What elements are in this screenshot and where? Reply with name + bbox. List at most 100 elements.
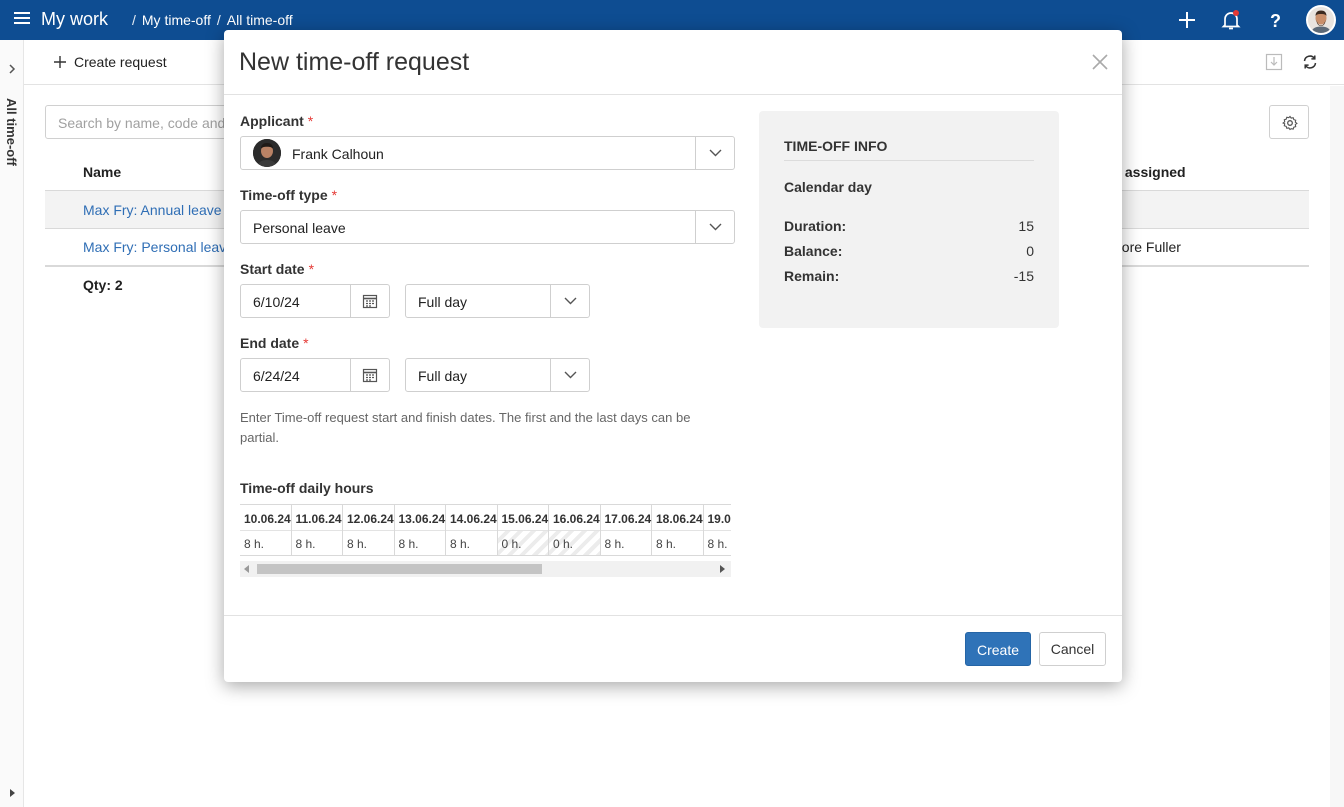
end-day-part-select[interactable]: Full day [405, 358, 590, 392]
timeoff-info-panel: TIME-OFF INFO Calendar day Duration: 15 … [759, 111, 1059, 328]
day-hours[interactable]: 8 h. [446, 531, 497, 555]
breadcrumb-my-time-off[interactable]: My time-off [142, 12, 211, 28]
close-icon[interactable] [1091, 53, 1109, 71]
timeoff-type-label: Time-off type * [240, 187, 337, 203]
info-value: 0 [1026, 243, 1034, 259]
day-column: 19.0 8 h. [703, 505, 732, 555]
breadcrumb-all-time-off[interactable]: All time-off [227, 12, 293, 28]
info-subtitle: Calendar day [784, 179, 872, 195]
day-hours[interactable]: 0 h. [549, 531, 600, 555]
day-hours[interactable]: 8 h. [395, 531, 446, 555]
day-column: 16.06.24 0 h. [549, 505, 601, 555]
day-date: 14.06.24 [446, 505, 497, 531]
table-cell-agent: dore Fuller [1114, 239, 1181, 255]
day-date: 12.06.24 [343, 505, 394, 531]
day-date: 16.06.24 [549, 505, 600, 531]
scroll-left-icon[interactable] [244, 565, 249, 573]
day-column: 12.06.24 8 h. [343, 505, 395, 555]
timeoff-type-select[interactable]: Personal leave [240, 210, 735, 244]
dialog-header-divider [224, 94, 1122, 95]
breadcrumb-separator: / [132, 12, 136, 28]
dialog-title: New time-off request [239, 48, 470, 76]
breadcrumb: / My time-off / All time-off [132, 12, 293, 28]
applicant-avatar [253, 139, 281, 167]
day-hours[interactable]: 8 h. [704, 531, 732, 555]
day-column: 11.06.24 8 h. [291, 505, 343, 555]
end-date-value: 6/24/24 [253, 368, 300, 384]
day-column: 18.06.24 8 h. [652, 505, 704, 555]
rail-arrow-icon[interactable] [5, 786, 19, 800]
end-day-part-dropdown[interactable] [550, 359, 589, 391]
start-day-part-dropdown[interactable] [550, 285, 589, 317]
refresh-icon[interactable] [1301, 53, 1319, 71]
rail-label[interactable]: All time-off [4, 98, 19, 166]
applicant-dropdown[interactable] [695, 137, 734, 169]
day-hours[interactable]: 8 h. [292, 531, 343, 555]
page-scrollbar[interactable] [1330, 86, 1344, 807]
timeoff-type-value: Personal leave [253, 220, 346, 236]
chevron-down-icon [564, 297, 577, 305]
day-column: 10.06.24 8 h. [240, 505, 292, 555]
gear-icon [1282, 115, 1298, 131]
day-column: 17.06.24 8 h. [600, 505, 652, 555]
plus-icon[interactable] [1175, 8, 1199, 32]
table-row-link[interactable]: Max Fry: Annual leave [83, 202, 222, 218]
bell-icon[interactable] [1219, 8, 1243, 32]
end-date-calendar-button[interactable] [350, 359, 389, 391]
info-divider [784, 160, 1034, 161]
calendar-icon [362, 294, 378, 309]
info-key: Duration: [784, 218, 847, 234]
required-mark: * [303, 335, 309, 351]
day-hours[interactable]: 8 h. [652, 531, 703, 555]
applicant-label: Applicant * [240, 113, 313, 129]
column-header-name[interactable]: Name [83, 164, 121, 180]
day-hours[interactable]: 8 h. [601, 531, 652, 555]
qty-count: Qty: 2 [83, 277, 123, 293]
daily-hours-scrollbar[interactable] [240, 561, 731, 577]
day-hours[interactable]: 0 h. [497, 531, 548, 555]
day-hours[interactable]: 8 h. [343, 531, 394, 555]
expand-rail-icon[interactable] [5, 62, 19, 76]
svg-text:?: ? [1270, 11, 1281, 31]
applicant-select[interactable]: Frank Calhoun [240, 136, 735, 170]
user-avatar[interactable] [1306, 5, 1336, 35]
required-mark: * [308, 261, 315, 277]
end-date-label: End date * [240, 335, 309, 351]
dates-hint: Enter Time-off request start and finish … [240, 410, 691, 445]
daily-hours-label: Time-off daily hours [240, 480, 374, 496]
plus-icon [54, 56, 66, 68]
new-timeoff-dialog: New time-off request Applicant * Frank Ca… [224, 30, 1122, 682]
table-row-link[interactable]: Max Fry: Personal leave [83, 239, 234, 255]
info-value: 15 [1018, 218, 1034, 234]
info-title: TIME-OFF INFO [784, 138, 888, 154]
start-date-label: Start date * [240, 261, 314, 277]
help-icon[interactable]: ? [1263, 8, 1287, 32]
dialog-footer-divider [224, 615, 1122, 616]
day-date: 15.06.24 [497, 505, 548, 531]
search-input[interactable]: Search by name, code and [45, 105, 245, 139]
export-icon[interactable] [1265, 53, 1283, 71]
app-title[interactable]: My work [41, 9, 108, 30]
chevron-down-icon [709, 223, 722, 231]
menu-icon[interactable] [14, 12, 30, 26]
settings-button[interactable] [1269, 105, 1309, 139]
info-value: -15 [1013, 268, 1034, 284]
info-key: Balance: [784, 243, 843, 259]
timeoff-type-dropdown[interactable] [695, 211, 734, 243]
chevron-down-icon [709, 149, 722, 157]
create-button[interactable]: Create [965, 632, 1031, 666]
scroll-thumb[interactable] [257, 564, 542, 574]
create-request-button[interactable]: Create request [54, 54, 167, 70]
left-rail: All time-off [0, 40, 24, 807]
day-hours[interactable]: 8 h. [240, 531, 291, 555]
start-date-label-text: Start date [240, 261, 305, 277]
daily-hours-grid: 10.06.24 8 h. 11.06.24 8 h. 12.06.24 8 h. 13.0… [240, 504, 731, 556]
start-date-input[interactable]: 6/10/24 [240, 284, 390, 318]
day-date: 19.0 [703, 505, 731, 531]
end-date-input[interactable]: 6/24/24 [240, 358, 390, 392]
scroll-right-icon[interactable] [720, 565, 725, 573]
cancel-button[interactable]: Cancel [1039, 632, 1106, 666]
start-date-calendar-button[interactable] [350, 285, 389, 317]
start-day-part-select[interactable]: Full day [405, 284, 590, 318]
info-row-duration: Duration: 15 [784, 218, 1034, 234]
